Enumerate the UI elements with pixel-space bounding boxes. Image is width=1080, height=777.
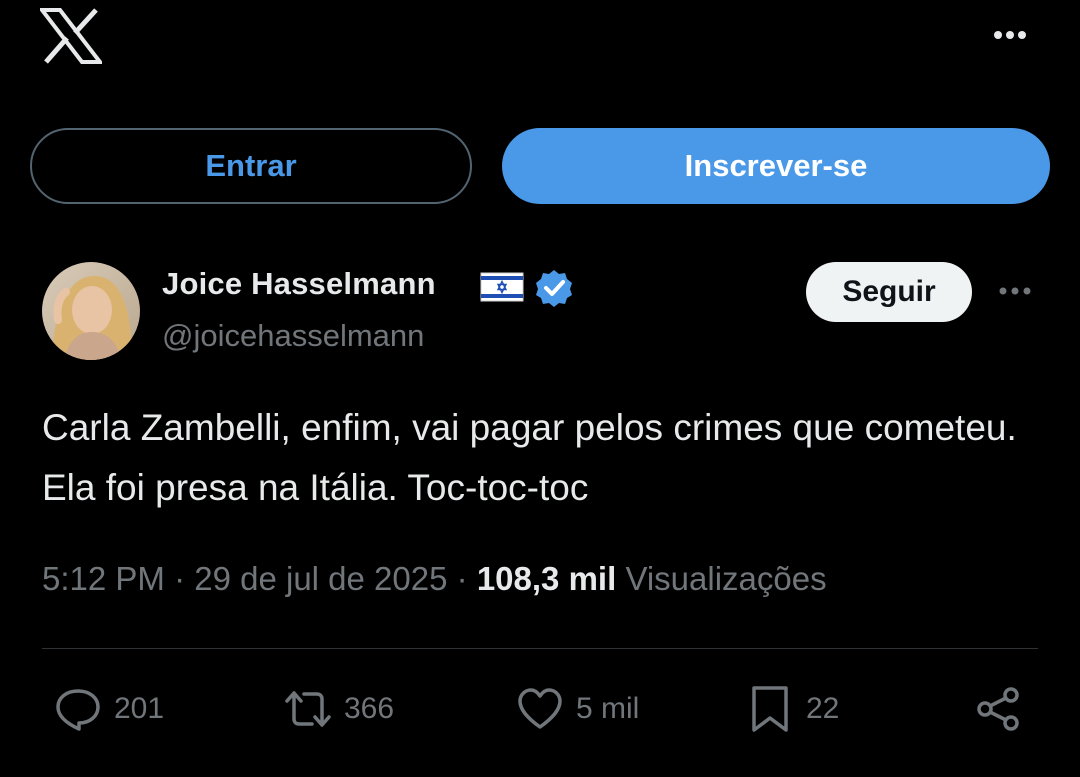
retweet-icon xyxy=(285,691,331,727)
share-button[interactable] xyxy=(974,684,1022,734)
views-count: 108,3 mil xyxy=(476,560,617,597)
login-button[interactable]: Entrar xyxy=(30,128,472,204)
bookmark-icon xyxy=(752,686,788,732)
bookmark-button[interactable]: 22 xyxy=(746,684,839,734)
bookmark-count: 22 xyxy=(806,692,840,725)
retweet-count: 366 xyxy=(344,692,395,725)
author-handle[interactable]: @joicehasselmann xyxy=(162,318,424,354)
author-display-name[interactable]: Joice Hasselmann xyxy=(162,266,436,302)
reply-icon xyxy=(56,689,100,731)
tweet-meta: 5:12 PM · 29 de jul de 2025 · 108,3 mil … xyxy=(42,560,827,598)
signup-button[interactable]: Inscrever-se xyxy=(502,128,1050,204)
israel-flag-icon xyxy=(480,272,524,302)
like-button[interactable]: 5 mil xyxy=(516,684,639,734)
divider xyxy=(42,648,1038,649)
follow-button[interactable]: Seguir xyxy=(806,262,972,322)
post-more-icon[interactable] xyxy=(996,276,1034,306)
share-icon xyxy=(977,687,1019,731)
more-horizontal-icon[interactable] xyxy=(990,20,1030,50)
reply-count: 201 xyxy=(114,692,165,725)
tweet-date[interactable]: 29 de jul de 2025 xyxy=(194,560,447,597)
x-logo-icon[interactable] xyxy=(40,8,102,64)
separator: · xyxy=(174,560,195,597)
heart-icon xyxy=(518,688,562,729)
like-count: 5 mil xyxy=(576,692,640,725)
tweet-time[interactable]: 5:12 PM xyxy=(42,560,165,597)
separator: · xyxy=(456,560,477,597)
retweet-button[interactable]: 366 xyxy=(284,684,394,734)
reply-button[interactable]: 201 xyxy=(54,684,164,734)
avatar[interactable] xyxy=(42,262,140,360)
verified-badge-icon xyxy=(536,270,572,307)
tweet-text: Carla Zambelli, enfim, vai pagar pelos c… xyxy=(42,407,1017,508)
views-label: Visualizações xyxy=(625,560,827,597)
